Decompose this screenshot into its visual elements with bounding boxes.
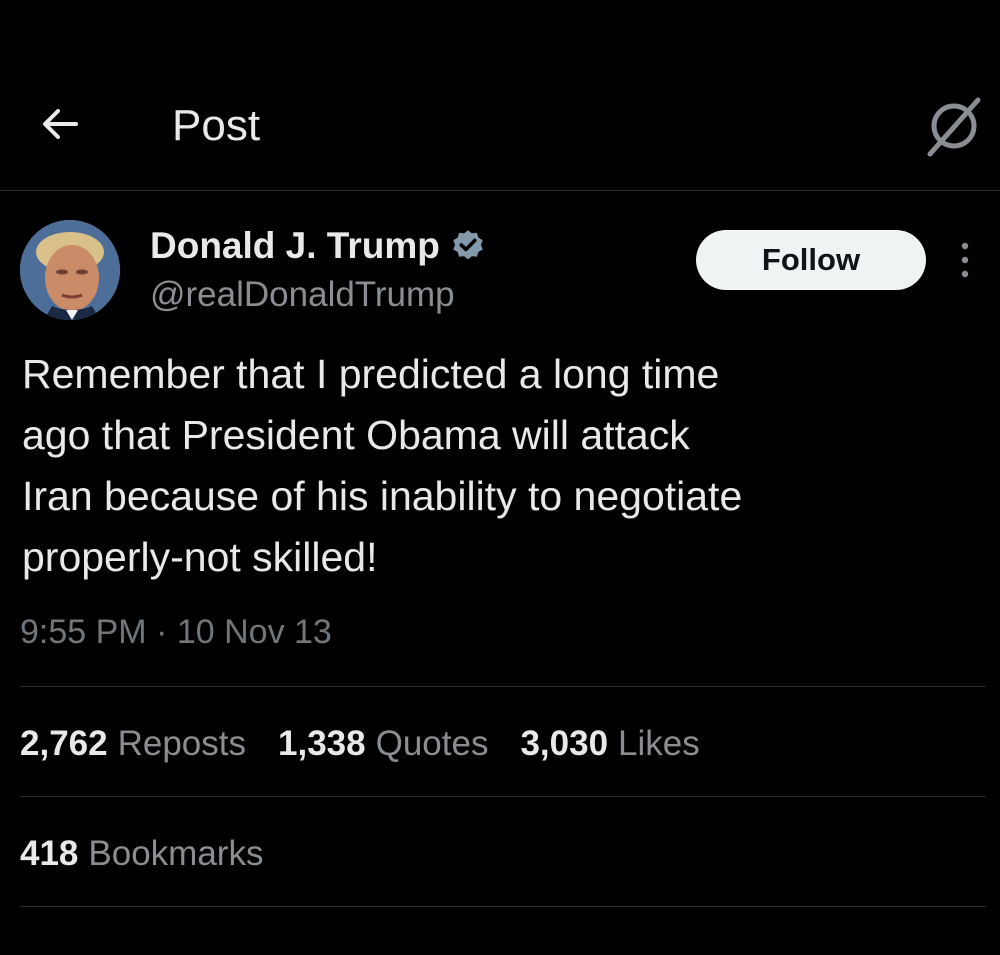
bookmarks-stat[interactable]: 418 Bookmarks [20,830,263,878]
reposts-count: 2,762 [20,724,108,763]
reposts-label: Reposts [117,724,246,763]
reposts-stat[interactable]: 2,762 Reposts [20,720,246,768]
bookmarks-count: 418 [20,834,79,873]
likes-stat[interactable]: 3,030 Likes [520,720,699,768]
follow-button[interactable]: Follow [696,230,926,290]
likes-label: Likes [618,724,700,763]
grok-icon [927,97,981,157]
arrow-left-icon [43,109,78,139]
tweet-timestamp[interactable]: 9:55 PM · 10 Nov 13 [20,610,332,654]
author-row: Donald J. Trump @realDonaldTrump Follow [0,216,1000,326]
divider [20,686,986,687]
back-button[interactable] [36,100,84,148]
quotes-count: 1,338 [278,724,366,763]
author-name-line: Donald J. Trump [150,224,486,268]
page-title: Post [172,101,261,150]
more-vertical-icon [961,242,969,278]
author-display-name[interactable]: Donald J. Trump [150,224,440,268]
bookmarks-label: Bookmarks [88,834,264,873]
tweet-text: Remember that I predicted a long time ag… [22,351,743,580]
top-bar: Post [0,0,1000,191]
engagement-stats: 2,762 Reposts 1,338 Quotes 3,030 Likes [20,720,732,768]
avatar[interactable] [20,220,120,320]
grok-button[interactable] [922,94,986,158]
verified-badge-icon [450,228,486,264]
divider [20,906,986,907]
divider [20,796,986,797]
quotes-stat[interactable]: 1,338 Quotes [278,720,488,768]
likes-count: 3,030 [520,724,609,763]
profile-photo [20,220,120,320]
more-options-button[interactable] [950,238,980,282]
quotes-label: Quotes [375,724,489,763]
author-handle[interactable]: @realDonaldTrump [150,274,455,316]
